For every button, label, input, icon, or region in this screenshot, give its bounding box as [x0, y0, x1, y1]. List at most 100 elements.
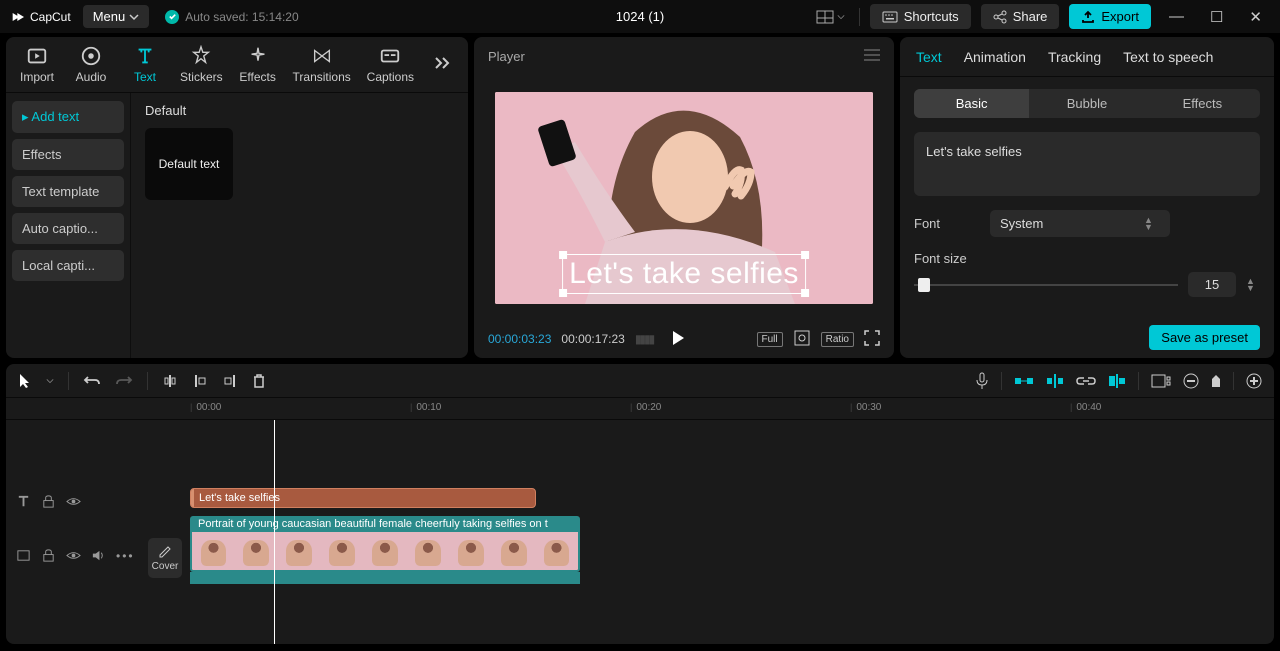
- inspector-tab-tracking[interactable]: Tracking: [1048, 49, 1101, 65]
- pointer-dropdown[interactable]: [46, 377, 54, 385]
- resize-handle-tl[interactable]: [559, 251, 567, 259]
- sidebar-item-effects[interactable]: Effects: [12, 139, 124, 170]
- tab-audio[interactable]: Audio: [64, 45, 118, 84]
- tab-transitions[interactable]: Transitions: [285, 45, 359, 84]
- text-overlay-selection[interactable]: Let's take selfies: [562, 254, 806, 294]
- ruler-tick: 00:00: [190, 402, 221, 413]
- inspector-tab-tts[interactable]: Text to speech: [1123, 49, 1213, 65]
- eye-icon[interactable]: [66, 548, 81, 563]
- tab-text-label: Text: [134, 70, 156, 84]
- time-current: 00:00:03:23: [488, 332, 551, 346]
- sidebar-item-auto-captions[interactable]: Auto captio...: [12, 213, 124, 244]
- shortcuts-button[interactable]: Shortcuts: [870, 4, 971, 29]
- timeline-body[interactable]: ••• Cover Let's take selfies Portrait of…: [6, 420, 1274, 644]
- focus-button[interactable]: [793, 329, 811, 350]
- layout-icon[interactable]: [812, 10, 849, 24]
- export-icon: [1081, 10, 1095, 24]
- sidebar-item-text-template[interactable]: Text template: [12, 176, 124, 207]
- menu-label: Menu: [93, 9, 126, 24]
- video-clip-title: Portrait of young caucasian beautiful fe…: [190, 516, 580, 532]
- eye-icon[interactable]: [66, 494, 81, 509]
- lock-icon[interactable]: [41, 494, 56, 509]
- video-track-header: •••: [16, 548, 135, 563]
- library-content: Default Default text: [130, 93, 468, 358]
- fontsize-value[interactable]: 15: [1188, 272, 1236, 297]
- preview-toggle-button[interactable]: [1151, 374, 1171, 388]
- player-controls: 00:00:03:23 00:00:17:23 ▮▮▮▮ Full Ratio: [474, 320, 894, 358]
- magnet-button[interactable]: [1046, 373, 1064, 389]
- titlebar: CapCut Menu Auto saved: 15:14:20 1024 (1…: [0, 0, 1280, 33]
- close-button[interactable]: ✕: [1241, 8, 1270, 26]
- text-clip[interactable]: Let's take selfies: [190, 488, 536, 508]
- pointer-tool[interactable]: [18, 373, 32, 389]
- text-value-input[interactable]: Let's take selfies: [914, 132, 1260, 196]
- audio-icon: [80, 45, 102, 67]
- link-button[interactable]: [1076, 375, 1096, 387]
- resize-handle-br[interactable]: [801, 289, 809, 297]
- ruler-tick: 00:30: [850, 402, 881, 413]
- resize-handle-bl[interactable]: [559, 289, 567, 297]
- split-button[interactable]: [162, 373, 178, 389]
- playhead[interactable]: [274, 420, 275, 644]
- app-logo: CapCut: [10, 9, 71, 25]
- slider-thumb[interactable]: [918, 278, 930, 292]
- tab-captions[interactable]: Captions: [359, 45, 422, 84]
- lock-icon[interactable]: [41, 548, 56, 563]
- subtab-effects[interactable]: Effects: [1145, 89, 1260, 118]
- tab-stickers[interactable]: Stickers: [172, 45, 231, 84]
- sidebar-item-add-text[interactable]: ▸ Add text: [12, 101, 124, 133]
- tab-effects[interactable]: Effects: [231, 45, 285, 84]
- subtab-basic[interactable]: Basic: [914, 89, 1029, 118]
- font-label: Font: [914, 216, 976, 231]
- fontsize-label: Font size: [914, 251, 1260, 266]
- resize-handle-tr[interactable]: [801, 251, 809, 259]
- zoom-slider-thumb[interactable]: [1211, 374, 1221, 388]
- subtab-bubble[interactable]: Bubble: [1029, 89, 1144, 118]
- snap-button[interactable]: [1014, 374, 1034, 388]
- mic-button[interactable]: [975, 372, 989, 390]
- minimize-button[interactable]: —: [1161, 8, 1192, 25]
- fontsize-slider[interactable]: [914, 284, 1178, 286]
- undo-button[interactable]: [83, 374, 101, 388]
- sidebar-item-local-captions[interactable]: Local capti...: [12, 250, 124, 281]
- stickers-icon: [190, 45, 212, 67]
- redo-button[interactable]: [115, 374, 133, 388]
- ruler-tick: 00:10: [410, 402, 441, 413]
- player-menu-icon[interactable]: [864, 49, 880, 64]
- trim-right-button[interactable]: [222, 373, 238, 389]
- ratio-button[interactable]: Ratio: [821, 332, 854, 347]
- fullscreen-button[interactable]: [864, 330, 880, 349]
- clip-thumbnail: [278, 532, 321, 570]
- fontsize-stepper[interactable]: ▲▼: [1246, 278, 1260, 292]
- share-button[interactable]: Share: [981, 4, 1060, 29]
- trim-left-button[interactable]: [192, 373, 208, 389]
- clip-thumbnail: [492, 532, 535, 570]
- save-preset-button[interactable]: Save as preset: [1149, 325, 1260, 350]
- video-preview[interactable]: Let's take selfies: [474, 75, 894, 320]
- inspector-tab-animation[interactable]: Animation: [964, 49, 1026, 65]
- timeline-ruler[interactable]: 00:00 00:10 00:20 00:30 00:40: [6, 398, 1274, 420]
- delete-button[interactable]: [252, 373, 266, 389]
- library-heading: Default: [145, 103, 454, 118]
- share-icon: [993, 10, 1007, 24]
- play-button[interactable]: [671, 330, 685, 349]
- tab-text[interactable]: Text: [118, 45, 172, 84]
- tab-import[interactable]: Import: [10, 45, 64, 84]
- zoom-in-button[interactable]: [1246, 373, 1262, 389]
- zoom-out-button[interactable]: [1183, 373, 1199, 389]
- track-more-icon[interactable]: •••: [116, 549, 135, 563]
- autosave-status: Auto saved: 15:14:20: [165, 10, 298, 24]
- default-text-preset[interactable]: Default text: [145, 128, 233, 200]
- font-select[interactable]: System ▲▼: [990, 210, 1170, 237]
- stepper-icon[interactable]: ▲▼: [1144, 217, 1160, 231]
- full-button[interactable]: Full: [757, 332, 783, 347]
- menu-button[interactable]: Menu: [83, 5, 150, 28]
- export-button[interactable]: Export: [1069, 4, 1151, 29]
- maximize-button[interactable]: ☐: [1202, 8, 1231, 26]
- align-button[interactable]: [1108, 373, 1126, 389]
- app-name-label: CapCut: [30, 10, 71, 24]
- inspector-tab-text[interactable]: Text: [916, 49, 942, 65]
- speaker-icon[interactable]: [91, 548, 106, 563]
- video-clip[interactable]: Portrait of young caucasian beautiful fe…: [190, 516, 580, 584]
- tabs-overflow-button[interactable]: [422, 56, 464, 73]
